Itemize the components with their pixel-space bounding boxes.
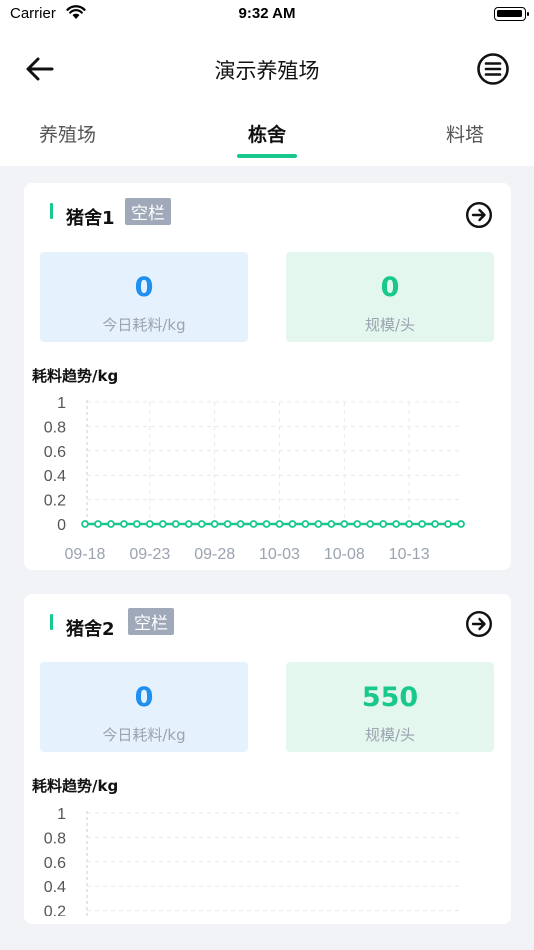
- data-point: [392, 520, 401, 528]
- y-tick-label: 0.6: [44, 444, 66, 461]
- y-tick-label: 0.8: [44, 830, 66, 847]
- data-point: [366, 520, 375, 528]
- data-point: [81, 520, 89, 528]
- data-point: [262, 520, 271, 528]
- y-tick-label: 0.4: [44, 879, 66, 896]
- data-point: [457, 520, 465, 528]
- data-point: [418, 520, 427, 528]
- data-point: [132, 520, 141, 528]
- data-point: [340, 520, 349, 528]
- herd-size-value: 0: [380, 272, 400, 303]
- status-bar: Carrier 9:32 AM: [0, 0, 534, 30]
- data-point: [236, 520, 245, 528]
- x-tick-label: 10-13: [389, 546, 430, 563]
- barn-name: 猪舍2: [66, 619, 115, 640]
- feed-trend-chart: 1 0.8 0.6 0.4 0.2: [44, 806, 461, 916]
- daily-feed-label: 今日耗料/kg: [102, 316, 186, 334]
- menu-icon[interactable]: [476, 52, 510, 86]
- data-point: [301, 520, 310, 528]
- x-tick-label: 09-18: [65, 546, 106, 563]
- herd-size-value: 550: [361, 682, 419, 713]
- y-tick-label: 0.6: [44, 855, 66, 872]
- herd-size-label: 规模/头: [364, 316, 416, 334]
- x-tick-label: 10-08: [324, 546, 365, 563]
- daily-feed-stat: 0 今日耗料/kg: [40, 662, 248, 752]
- battery-icon: [494, 7, 529, 21]
- y-tick-label: 1: [57, 806, 66, 823]
- data-point: [405, 520, 414, 528]
- arrow-right-circle-icon[interactable]: [465, 610, 493, 638]
- data-point: [197, 520, 206, 528]
- tab-feed-tower[interactable]: 料塔: [446, 120, 484, 147]
- data-point: [210, 520, 219, 528]
- data-point: [314, 520, 323, 528]
- daily-feed-value: 0: [134, 682, 154, 713]
- barn-name: 猪舍1: [66, 208, 115, 229]
- daily-feed-value: 0: [134, 272, 154, 303]
- data-point: [327, 520, 336, 528]
- data-point: [431, 520, 439, 528]
- data-point: [288, 520, 297, 528]
- daily-feed-stat: 0 今日耗料/kg: [40, 252, 248, 342]
- data-point: [379, 520, 388, 528]
- tab-farm[interactable]: 养殖场: [39, 120, 96, 147]
- feed-trend-chart: 1 0.8 0.6 0.4 0.2 0 09-18 09-23 09-28 10-03 10-08 1…: [44, 395, 465, 563]
- barn-card: 猪舍2 空栏 0 今日耗料/kg 550 规模/头 耗料趋势/kg 1 0.8 0.…: [24, 594, 511, 924]
- tab-bar: 养殖场 栋舍 料塔: [0, 112, 534, 166]
- data-point: [184, 520, 193, 528]
- data-point: [275, 520, 284, 528]
- x-tick-label: 09-28: [194, 546, 235, 563]
- data-point: [223, 520, 232, 528]
- active-tab-indicator: [237, 154, 297, 158]
- status-badge: 空栏: [125, 198, 171, 225]
- y-tick-label: 0.8: [44, 419, 66, 436]
- chart-title: 耗料趋势/kg: [32, 777, 119, 795]
- title-accent-bar: [50, 203, 53, 219]
- data-point: [94, 520, 102, 528]
- y-tick-label: 0.2: [44, 493, 66, 510]
- herd-size-stat: 550 规模/头: [286, 662, 494, 752]
- tab-barn[interactable]: 栋舍: [248, 120, 286, 147]
- title-accent-bar: [50, 614, 53, 630]
- arrow-right-circle-icon[interactable]: [465, 201, 493, 229]
- page-title: 演示养殖场: [214, 59, 320, 83]
- data-point: [119, 520, 128, 528]
- daily-feed-label: 今日耗料/kg: [102, 726, 186, 744]
- data-point: [249, 520, 258, 528]
- data-point: [444, 520, 452, 528]
- nav-bar: 演示养殖场: [0, 45, 534, 93]
- herd-size-label: 规模/头: [364, 726, 416, 744]
- data-point: [171, 520, 180, 528]
- y-tick-label: 0: [57, 517, 66, 534]
- y-tick-label: 0.2: [44, 904, 66, 916]
- data-point: [107, 520, 115, 528]
- data-point: [158, 520, 167, 528]
- x-tick-label: 09-23: [129, 546, 170, 563]
- top-area: Carrier 9:32 AM 演示养殖场 养殖场 栋舍 料塔: [0, 0, 534, 166]
- status-badge: 空栏: [128, 608, 174, 635]
- data-point: [353, 520, 362, 528]
- x-tick-label: 10-03: [259, 546, 300, 563]
- y-tick-label: 0.4: [44, 468, 66, 485]
- status-time: 9:32 AM: [238, 5, 296, 22]
- herd-size-stat: 0 规模/头: [286, 252, 494, 342]
- barn-card: 猪舍1 空栏 0 今日耗料/kg 0 规模/头 耗料趋势/kg 1 0.8 0.6 0…: [24, 183, 511, 570]
- data-point: [145, 520, 154, 528]
- y-tick-label: 1: [57, 395, 66, 412]
